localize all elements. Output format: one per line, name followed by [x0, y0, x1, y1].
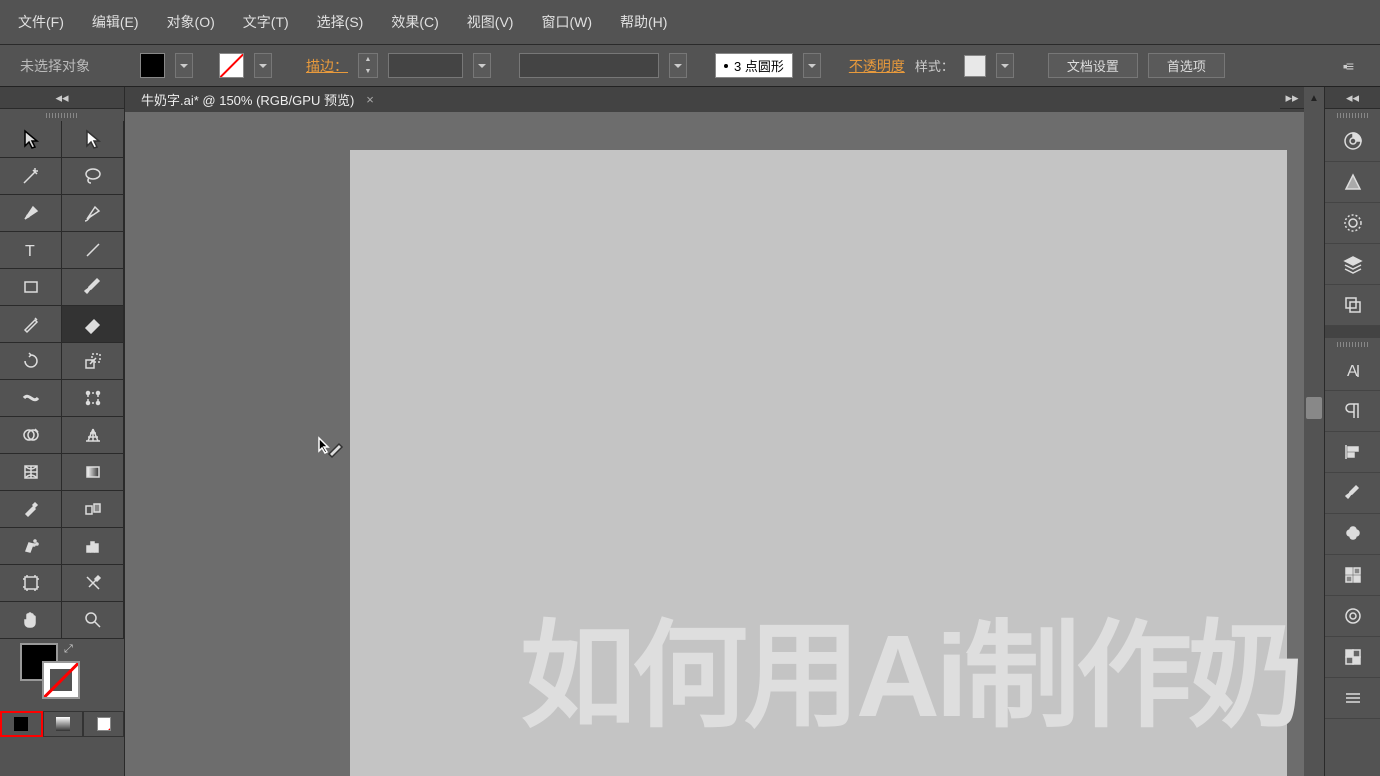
fill-dropdown[interactable] [175, 53, 193, 78]
style-label: 样式： [915, 56, 954, 75]
transparency-panel-icon[interactable] [1325, 637, 1380, 678]
perspective-grid-tool[interactable] [62, 417, 124, 454]
tools-collapse-tab[interactable]: ◂◂ [0, 87, 124, 109]
tools-grip[interactable] [0, 109, 124, 121]
stroke-label[interactable]: 描边： [306, 56, 348, 76]
stroke-weight-arrow[interactable] [473, 53, 491, 78]
svg-text:A: A [1347, 363, 1358, 380]
mesh-tool[interactable] [0, 454, 62, 491]
right-collapse-tab[interactable]: ◂◂ [1325, 87, 1380, 109]
style-arrow[interactable] [996, 53, 1014, 78]
eyedropper-tool[interactable] [0, 491, 62, 528]
fill-stroke-control[interactable]: ⤢ [0, 639, 124, 711]
vertical-scrollbar[interactable]: ▲ [1304, 87, 1324, 776]
tools-panel: ◂◂ T [0, 87, 125, 776]
scroll-up-icon[interactable]: ▲ [1309, 93, 1319, 104]
artboards-panel-icon[interactable] [1325, 285, 1380, 326]
shape-builder-tool[interactable] [0, 417, 62, 454]
direct-selection-tool[interactable] [62, 121, 124, 158]
selection-status: 未选择对象 [20, 56, 90, 76]
align-panel-icon[interactable] [1325, 432, 1380, 473]
menu-bar: 文件(F) 编辑(E) 对象(O) 文字(T) 选择(S) 效果(C) 视图(V… [0, 0, 1380, 45]
menu-edit[interactable]: 编辑(E) [92, 12, 139, 32]
preferences-button[interactable]: 首选项 [1148, 53, 1225, 78]
rotate-tool[interactable] [0, 343, 62, 380]
svg-text:T: T [25, 243, 35, 260]
right-grip[interactable] [1325, 109, 1380, 121]
control-bar: 未选择对象 描边： ▲▼ 3 点圆形 不透明度 样式： 文档设置 首选项 ▪≡ [0, 45, 1380, 87]
menu-type[interactable]: 文字(T) [243, 12, 289, 32]
zoom-tool[interactable] [62, 602, 124, 639]
stroke-panel-icon[interactable] [1325, 596, 1380, 637]
graphic-style-swatch[interactable] [964, 55, 986, 77]
color-mode-none[interactable] [83, 711, 124, 737]
gradient-tool[interactable] [62, 454, 124, 491]
layers-panel-icon[interactable] [1325, 244, 1380, 285]
slice-tool[interactable] [62, 565, 124, 602]
pencil-tool[interactable] [0, 306, 62, 343]
right-panels-dock: ◂◂ A [1324, 87, 1380, 776]
stroke-weight-stepper[interactable]: ▲▼ [358, 53, 378, 78]
swap-fill-stroke-icon[interactable]: ⤢ [64, 643, 73, 656]
document-tab-strip: 牛奶字.ai* @ 150% (RGB/GPU 预览) × [125, 87, 1304, 112]
color-mode-row [0, 711, 124, 737]
canvas-text-object[interactable]: 如何用Ai制作奶 [520, 582, 1300, 750]
opacity-label[interactable]: 不透明度 [849, 56, 905, 76]
appearance-panel-icon[interactable] [1325, 203, 1380, 244]
line-segment-tool[interactable] [62, 232, 124, 269]
document-tab[interactable]: 牛奶字.ai* @ 150% (RGB/GPU 预览) [141, 90, 354, 109]
paintbrush-tool[interactable] [62, 269, 124, 306]
color-mode-solid[interactable] [0, 711, 43, 737]
swatches-panel-icon[interactable] [1325, 555, 1380, 596]
rectangle-tool[interactable] [0, 269, 62, 306]
lasso-tool[interactable] [62, 158, 124, 195]
menu-object[interactable]: 对象(O) [167, 12, 215, 32]
variable-width-profile[interactable]: 3 点圆形 [715, 53, 793, 78]
menu-file[interactable]: 文件(F) [18, 12, 64, 32]
type-tool[interactable]: T [0, 232, 62, 269]
symbol-sprayer-tool[interactable] [0, 528, 62, 565]
menu-effect[interactable]: 效果(C) [391, 12, 438, 32]
stroke-swatch[interactable] [219, 53, 244, 78]
brush-definition-arrow[interactable] [669, 53, 687, 78]
color-guide-panel-icon[interactable] [1325, 162, 1380, 203]
profile-arrow[interactable] [803, 53, 821, 78]
stroke-weight-dropdown[interactable] [388, 53, 463, 78]
scroll-thumb[interactable] [1306, 397, 1322, 419]
control-expand-icon[interactable]: ▪≡ [1343, 58, 1352, 74]
menu-help[interactable]: 帮助(H) [620, 12, 667, 32]
tab-close-icon[interactable]: × [366, 92, 374, 107]
fill-swatch[interactable] [140, 53, 165, 78]
transform-panel-icon[interactable] [1325, 678, 1380, 719]
free-transform-tool[interactable] [62, 380, 124, 417]
menu-view[interactable]: 视图(V) [467, 12, 514, 32]
symbols-panel-icon[interactable] [1325, 514, 1380, 555]
brush-definition-dropdown[interactable] [519, 53, 659, 78]
cursor-icon [317, 436, 345, 467]
magic-wand-tool[interactable] [0, 158, 62, 195]
scale-tool[interactable] [62, 343, 124, 380]
menu-window[interactable]: 窗口(W) [541, 12, 592, 32]
right-grip-2[interactable] [1325, 338, 1380, 350]
column-graph-tool[interactable] [62, 528, 124, 565]
stroke-color-swatch[interactable] [42, 661, 80, 699]
canvas-area: ▸▸ 牛奶字.ai* @ 150% (RGB/GPU 预览) × 如何用Ai制作… [125, 87, 1304, 776]
canvas-collapse-right[interactable]: ▸▸ [1280, 87, 1304, 109]
brushes-panel-icon[interactable] [1325, 473, 1380, 514]
pen-tool[interactable] [0, 195, 62, 232]
width-tool[interactable] [0, 380, 62, 417]
stroke-dropdown[interactable] [254, 53, 272, 78]
blend-tool[interactable] [62, 491, 124, 528]
selection-tool[interactable] [0, 121, 62, 158]
document-setup-button[interactable]: 文档设置 [1048, 53, 1138, 78]
character-panel-icon[interactable]: A [1325, 350, 1380, 391]
color-panel-icon[interactable] [1325, 121, 1380, 162]
eraser-tool[interactable] [62, 306, 124, 343]
paragraph-panel-icon[interactable] [1325, 391, 1380, 432]
curvature-tool[interactable] [62, 195, 124, 232]
artboard-tool[interactable] [0, 565, 62, 602]
color-mode-gradient[interactable] [43, 711, 84, 737]
hand-tool[interactable] [0, 602, 62, 639]
menu-select[interactable]: 选择(S) [317, 12, 364, 32]
